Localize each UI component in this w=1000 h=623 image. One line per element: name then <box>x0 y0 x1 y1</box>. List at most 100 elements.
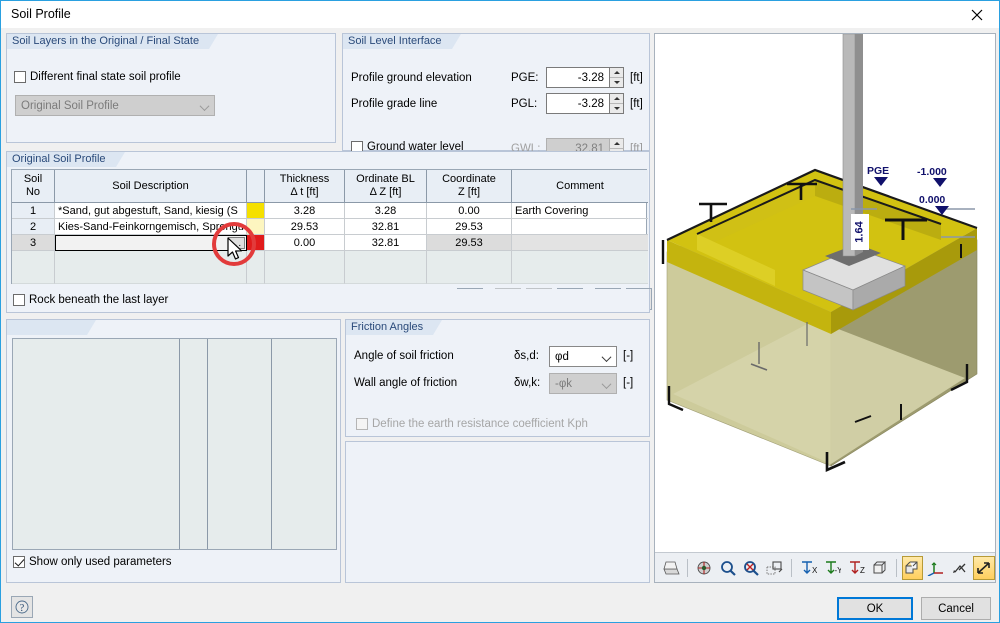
stepper-up-icon[interactable] <box>610 94 623 104</box>
cell-soil-no <box>12 251 55 284</box>
view-z-icon[interactable]: Z <box>845 556 867 580</box>
angle-of-soil-friction-value: φd <box>555 350 569 363</box>
isometric-view-icon[interactable] <box>901 555 924 580</box>
different-final-state-checkbox[interactable]: Different final state soil profile <box>14 71 181 83</box>
pge-input[interactable]: -3.28 <box>546 67 624 88</box>
cell-ordinate[interactable]: 3.28 <box>345 203 427 219</box>
th-line1: Thickness <box>279 173 330 185</box>
help-button[interactable]: ? <box>11 596 33 618</box>
stepper-up-icon[interactable] <box>610 139 623 149</box>
titlebar: Soil Profile <box>1 1 999 28</box>
pge-stepper[interactable] <box>609 67 624 88</box>
pge-symbol: PGE: <box>511 72 539 84</box>
cell-description[interactable] <box>55 251 247 284</box>
table-row[interactable]: 3 0.00 32.81 29.53 <box>12 235 648 251</box>
stepper-up-icon[interactable] <box>610 68 623 78</box>
cell-color-swatch[interactable] <box>247 219 265 235</box>
pgl-unit: [ft] <box>630 98 643 110</box>
soil-profile-table[interactable]: Soil No Soil Description Thickness Δ t [… <box>11 169 648 284</box>
define-kph-checkbox[interactable]: Define the earth resistance coefficient … <box>356 418 588 430</box>
view-x-icon[interactable]: X <box>797 556 819 580</box>
toolbar-separator <box>791 558 793 577</box>
svg-text:X: X <box>812 566 817 575</box>
cell-description[interactable]: *Sand, gut abgestuft, Sand, kiesig (S <box>55 203 247 219</box>
3d-viewport[interactable]: PGE -1.000 0.000 1.64 X - Z <box>654 33 996 583</box>
cell-comment[interactable]: Earth Covering <box>512 203 648 219</box>
cell-color-swatch[interactable] <box>247 235 265 251</box>
pge-annotation-label: PGE <box>867 165 890 177</box>
table-row[interactable]: 2 Kies-Sand-Feinkorngemisch, Sprengu 29.… <box>12 219 648 235</box>
th-ordinate-bl: Ordinate BL Δ Z [ft] <box>345 170 427 203</box>
pgl-value[interactable]: -3.28 <box>546 93 609 114</box>
wall-angle-of-friction-value: -φk <box>555 377 573 390</box>
cell-comment[interactable] <box>512 235 648 251</box>
show-only-used-parameters-label: Show only used parameters <box>29 556 172 568</box>
cell-coordinate[interactable]: 29.53 <box>427 219 512 235</box>
axis-system-icon[interactable] <box>925 556 947 580</box>
view-y-icon[interactable]: -Y <box>821 556 843 580</box>
rock-beneath-container: Rock beneath the last layer <box>6 289 650 313</box>
cell-coordinate[interactable] <box>427 251 512 284</box>
cell-thickness[interactable]: 3.28 <box>265 203 345 219</box>
cell-color-swatch[interactable] <box>247 203 265 219</box>
wireframe-box-icon[interactable] <box>869 556 891 580</box>
pgl-stepper[interactable] <box>609 93 624 114</box>
cancel-button[interactable]: Cancel <box>921 597 991 620</box>
angle-measure-icon[interactable] <box>949 556 971 580</box>
chevron-down-icon <box>201 104 208 111</box>
table-row[interactable]: 1 *Sand, gut abgestuft, Sand, kiesig (S … <box>12 203 648 219</box>
cell-thickness[interactable]: 29.53 <box>265 219 345 235</box>
parameters-table[interactable] <box>12 338 337 550</box>
chevron-down-icon <box>603 355 610 362</box>
elevation-top-marker-icon <box>933 178 947 187</box>
cell-color-swatch[interactable] <box>247 251 265 284</box>
table-row-empty[interactable] <box>12 251 648 284</box>
zoom-in-icon[interactable] <box>717 556 739 580</box>
wall-angle-of-friction-label: Wall angle of friction <box>354 377 458 389</box>
wall-angle-of-friction-select[interactable]: -φk <box>549 373 617 394</box>
rock-beneath-checkbox[interactable]: Rock beneath the last layer <box>13 294 168 306</box>
angle-of-soil-friction-select[interactable]: φd <box>549 346 617 367</box>
stepper-down-icon[interactable] <box>610 104 623 113</box>
angle-of-soil-friction-label: Angle of soil friction <box>354 350 454 362</box>
pgl-input[interactable]: -3.28 <box>546 93 624 114</box>
zoom-region-icon[interactable] <box>764 556 786 580</box>
cell-ordinate[interactable]: 32.81 <box>345 219 427 235</box>
print-icon[interactable] <box>660 556 682 580</box>
column-divider <box>271 339 272 549</box>
dimension-annotation: 1.64 <box>851 214 869 250</box>
render-icon[interactable] <box>693 556 715 580</box>
cell-thickness[interactable] <box>265 251 345 284</box>
th-color <box>247 170 265 203</box>
cell-soil-no: 1 <box>12 203 55 219</box>
stepper-down-icon[interactable] <box>610 78 623 87</box>
original-soil-profile-caption: Original Soil Profile <box>7 152 125 167</box>
move-resize-icon[interactable] <box>973 555 995 580</box>
soil-level-interface-group: Soil Level Interface Profile ground elev… <box>342 33 650 159</box>
soil-model-3d[interactable] <box>655 34 996 552</box>
cell-comment[interactable] <box>512 219 648 235</box>
cell-coordinate[interactable]: 0.00 <box>427 203 512 219</box>
ok-button[interactable]: OK <box>837 597 913 620</box>
toolbar-separator <box>895 558 897 577</box>
cell-ordinate[interactable]: 32.81 <box>345 235 427 251</box>
profile-ground-elevation-label: Profile ground elevation <box>351 72 472 84</box>
cell-comment[interactable] <box>512 251 648 284</box>
profile-select[interactable]: Original Soil Profile <box>15 95 215 116</box>
mouse-cursor-icon <box>227 237 243 260</box>
cell-coordinate[interactable]: 29.53 <box>427 235 512 251</box>
show-only-used-parameters-checkbox[interactable]: Show only used parameters <box>13 556 172 568</box>
cell-description-editing[interactable] <box>55 235 247 251</box>
pge-value[interactable]: -3.28 <box>546 67 609 88</box>
elevation-bottom-label: 0.000 <box>919 194 946 206</box>
close-icon[interactable] <box>954 1 999 28</box>
zoom-out-icon[interactable] <box>741 556 763 580</box>
th-line2: No <box>25 186 41 198</box>
define-kph-label: Define the earth resistance coefficient … <box>372 418 588 430</box>
column-divider <box>207 339 208 549</box>
profile-select-value: Original Soil Profile <box>21 99 119 112</box>
cell-thickness[interactable]: 0.00 <box>265 235 345 251</box>
cell-description[interactable]: Kies-Sand-Feinkorngemisch, Sprengu <box>55 219 247 235</box>
th-coordinate-z: Coordinate Z [ft] <box>427 170 512 203</box>
cell-ordinate[interactable] <box>345 251 427 284</box>
